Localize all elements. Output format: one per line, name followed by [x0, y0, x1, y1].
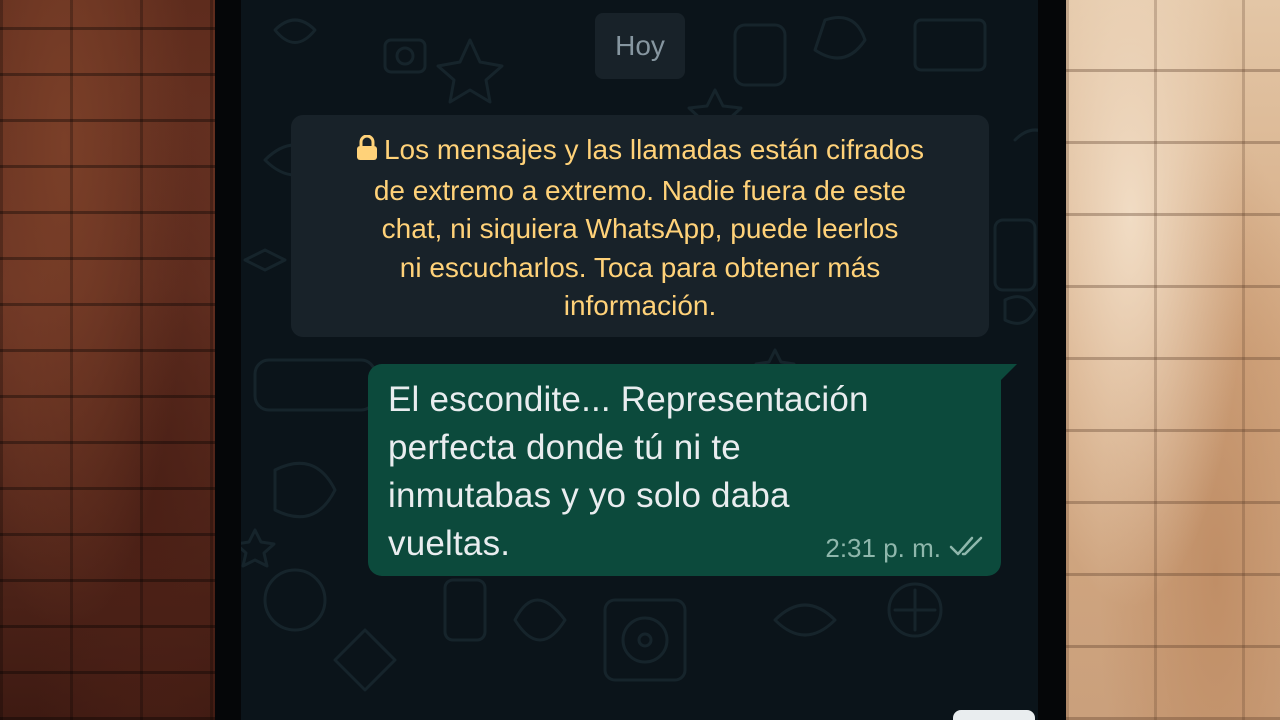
message-meta: 2:31 p. m. — [825, 533, 985, 564]
message-line: vueltas. — [388, 524, 511, 563]
date-separator: Hoy — [595, 13, 685, 79]
encryption-notice-line: de extremo a extremo. Nadie fuera de est… — [373, 174, 907, 206]
chat-wallpaper-doodles — [234, 16, 1057, 692]
message-timestamp: 2:31 p. m. — [825, 533, 941, 563]
encryption-notice[interactable]: Los mensajes y las llamadas están cifrad… — [291, 115, 989, 337]
marble-wall-background — [1066, 0, 1280, 720]
lock-icon — [356, 133, 378, 172]
encryption-notice-line: Los mensajes y las llamadas están cifrad… — [383, 134, 925, 165]
screen-bezel-left — [215, 0, 241, 720]
double-check-icon — [949, 533, 985, 564]
message-line: perfecta donde tú ni te — [388, 428, 741, 467]
brick-wall-background — [0, 0, 215, 720]
scroll-down-button[interactable] — [953, 710, 1035, 720]
video-frame: Hoy Los mensajes y las llamadas están ci… — [0, 0, 1280, 720]
chat-conversation[interactable]: Hoy Los mensajes y las llamadas están ci… — [215, 0, 1066, 720]
message-line: inmutabas y yo solo daba — [388, 476, 790, 515]
encryption-notice-line: ni escucharlos. Toca para obtener más — [399, 251, 881, 283]
encryption-notice-line: información. — [563, 290, 717, 321]
message-line: El escondite... Representación — [388, 380, 869, 419]
outgoing-message-bubble[interactable]: El escondite... Representación perfecta … — [368, 364, 1001, 576]
screen-bezel-right — [1038, 0, 1066, 720]
encryption-notice-line: chat, ni siquiera WhatsApp, puede leerlo… — [381, 213, 899, 244]
message-bubble-tail — [1001, 364, 1017, 380]
